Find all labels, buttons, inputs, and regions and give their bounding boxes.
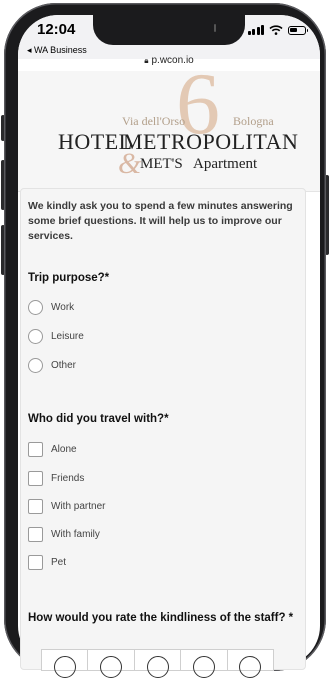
- rating-option-5[interactable]: [226, 649, 275, 678]
- checkbox[interactable]: [28, 499, 43, 514]
- rating-option-2[interactable]: [87, 649, 135, 678]
- checkbox[interactable]: [28, 527, 43, 542]
- radio-button[interactable]: [28, 300, 43, 315]
- notch: [93, 15, 245, 45]
- checkbox-option-pet[interactable]: Pet: [28, 555, 66, 570]
- logo-metropolitan: METROPOLITAN: [123, 129, 299, 154]
- logo-city: Bologna: [233, 114, 274, 128]
- radio-option-work[interactable]: Work: [28, 300, 74, 315]
- question-trip-purpose: Trip purpose?*: [28, 272, 110, 284]
- logo-street: Via dell'Orso: [122, 114, 186, 128]
- option-label: Friends: [51, 473, 85, 484]
- checkbox[interactable]: [28, 555, 43, 570]
- address-bar[interactable]: 🔒︎ p.wcon.io: [18, 55, 320, 66]
- checkbox-option-with-family[interactable]: With family: [28, 527, 100, 542]
- survey-intro: We kindly ask you to spend a few minutes…: [28, 200, 293, 242]
- option-label: Work: [51, 302, 75, 313]
- radio-button[interactable]: [28, 329, 43, 344]
- rating-row: [41, 649, 275, 678]
- option-label: With partner: [51, 501, 106, 512]
- option-label: Pet: [51, 557, 67, 568]
- option-label: Leisure: [51, 331, 84, 342]
- option-label: With family: [51, 529, 100, 540]
- checkbox-option-friends[interactable]: Friends: [28, 471, 84, 486]
- logo-mets: MET'S: [140, 156, 183, 172]
- radio-button[interactable]: [28, 358, 43, 373]
- question-staff-kindliness: How would you rate the kindliness of the…: [28, 612, 294, 624]
- checkbox-option-alone[interactable]: Alone: [28, 442, 77, 457]
- radio-option-other[interactable]: Other: [28, 358, 76, 373]
- logo-apartment: Apartment: [193, 156, 258, 172]
- lock-icon: 🔒︎: [144, 56, 149, 65]
- wifi-icon: [269, 25, 283, 35]
- battery-icon: [288, 25, 308, 35]
- checkbox[interactable]: [28, 471, 43, 486]
- checkbox-option-with-partner[interactable]: With partner: [28, 499, 105, 514]
- option-label: Alone: [51, 444, 77, 455]
- option-label: Other: [51, 360, 77, 371]
- rating-option-3[interactable]: [133, 649, 182, 678]
- hotel-logo: 6 Via dell'Orso Bologna HOTEL METROPOLIT…: [18, 61, 320, 191]
- logo-ampersand: &: [118, 147, 142, 180]
- status-icons: [247, 25, 308, 35]
- rating-option-4[interactable]: [180, 649, 228, 678]
- survey-form: We kindly ask you to spend a few minutes…: [20, 188, 306, 678]
- status-time: 12:04: [37, 21, 76, 38]
- question-travel-with: Who did you travel with?*: [28, 413, 169, 425]
- radio-option-leisure[interactable]: Leisure: [28, 329, 84, 344]
- rating-option-1[interactable]: [41, 649, 89, 678]
- checkbox[interactable]: [28, 442, 43, 457]
- cellular-signal-icon: [247, 25, 264, 35]
